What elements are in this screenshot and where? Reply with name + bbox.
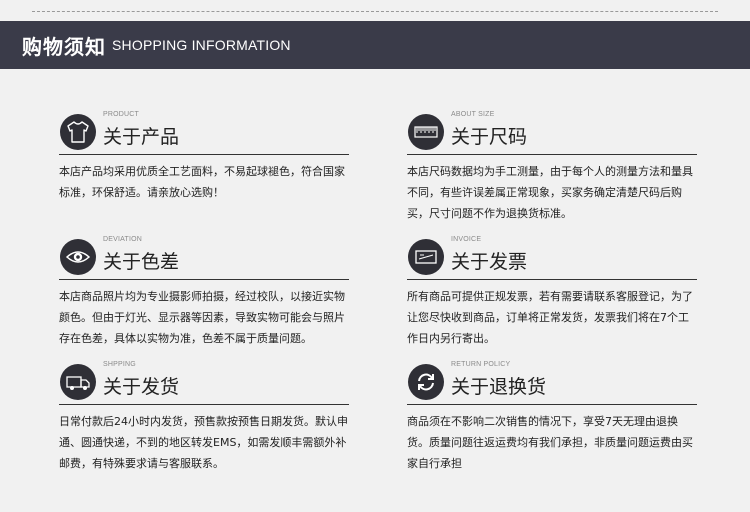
section-en-label: ABOUT SIZE <box>451 111 495 118</box>
section-title: 关于发票 <box>451 251 528 273</box>
section-body: 本店产品均采用优质全工艺面料，不易起球褪色，符合国家标准，环保舒适。请亲放心选购… <box>59 165 345 199</box>
shirt-icon <box>60 114 96 150</box>
section-divider <box>59 154 349 155</box>
section-title: 关于产品 <box>103 126 180 148</box>
return-icon <box>408 364 444 400</box>
truck-icon <box>60 364 96 400</box>
section-body: 商品须在不影响二次销售的情况下，享受7天无理由退换货。质量问题往返运费均有我们承… <box>407 415 693 470</box>
section-en-label: PRODUCT <box>103 111 140 118</box>
section-title: 关于退换货 <box>451 376 547 398</box>
section-title: 关于发货 <box>103 376 180 398</box>
invoice-icon <box>408 239 444 275</box>
ruler-icon <box>408 114 444 150</box>
header-title-en: SHOPPING INFORMATION <box>112 37 291 53</box>
section-divider <box>59 279 349 280</box>
section-en-label: SHPPING <box>103 361 136 368</box>
section-body: 本店尺码数据均为手工测量，由于每个人的测量方法和量具不同，有些许误差属正常现象，… <box>407 165 693 220</box>
section-divider <box>407 404 697 405</box>
section-body: 日常付款后24小时内发货，预售款按预售日期发货。默认申通、圆通快递，不到的地区转… <box>59 415 348 470</box>
section-divider <box>407 279 697 280</box>
section-divider <box>59 404 349 405</box>
header-title-cn: 购物须知 <box>22 34 106 59</box>
section-en-label: INVOICE <box>451 236 482 243</box>
section-body: 本店商品照片均为专业摄影师拍摄，经过校队，以接近实物颜色。但由于灯光、显示器等因… <box>59 290 345 345</box>
section-divider <box>407 154 697 155</box>
section-body: 所有商品可提供正规发票，若有需要请联系客服登记，为了让您尽快收到商品，订单将正常… <box>407 290 693 345</box>
eye-icon <box>60 239 96 275</box>
header-banner: 购物须知 SHOPPING INFORMATION <box>0 21 750 69</box>
section-en-label: RETURN POLICY <box>451 361 511 368</box>
section-title: 关于色差 <box>103 251 180 273</box>
section-en-label: DEVIATION <box>103 236 143 243</box>
top-dashed-divider <box>32 11 718 12</box>
section-title: 关于尺码 <box>451 126 528 148</box>
